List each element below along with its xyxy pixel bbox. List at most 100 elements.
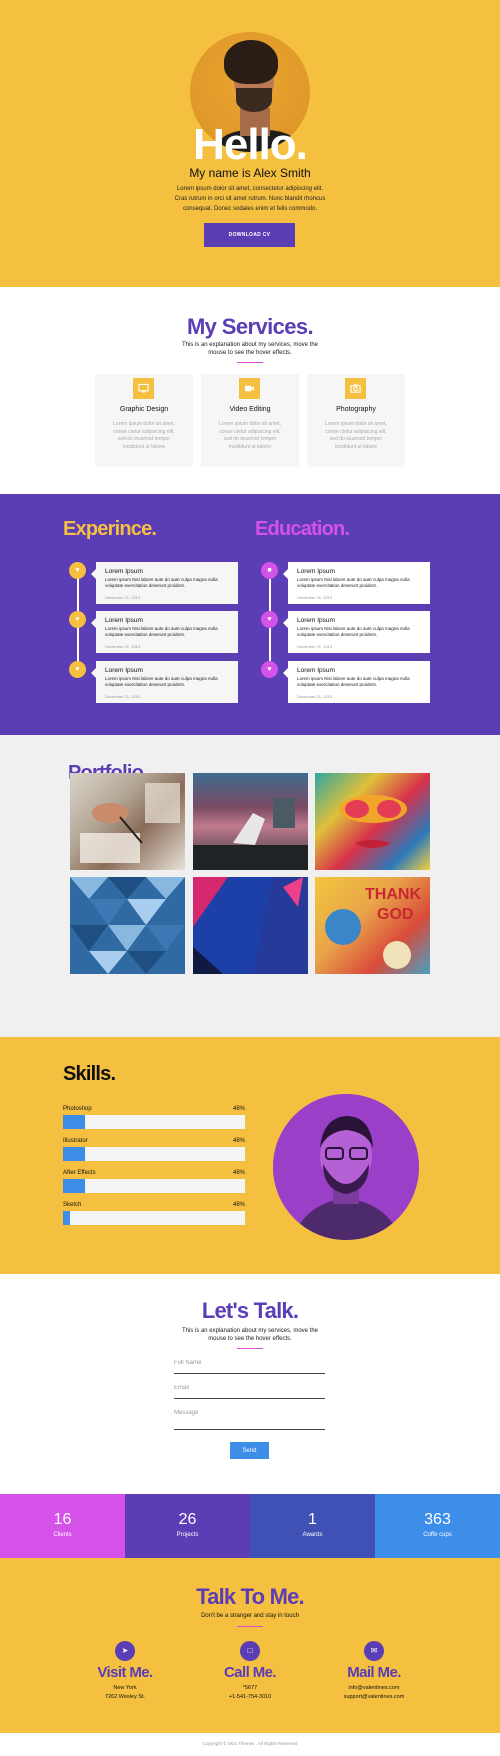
portfolio-image-cubes[interactable] <box>70 877 185 974</box>
experience-item-title: Lorem Ipsum <box>105 667 143 674</box>
contact-title: Let's Talk. <box>201 1298 299 1323</box>
mail-me-heading: Mail Me. <box>347 1664 401 1681</box>
envelope-icon: ✉ <box>364 1641 384 1661</box>
experience-title: Experince. <box>63 518 157 540</box>
experience-item-date: December 21, 2019 <box>105 694 141 699</box>
portfolio-image-abstract[interactable] <box>193 877 308 974</box>
full-name-input[interactable] <box>174 1360 325 1366</box>
service-label: Photography <box>336 406 376 413</box>
heart-icon: ♥ <box>261 661 278 678</box>
stat-number: 363 <box>424 1511 451 1528</box>
skill-bar-track <box>63 1211 245 1225</box>
skill-name: Illustrator <box>63 1138 88 1144</box>
hero-title: Hello. <box>193 120 308 169</box>
service-text: Lorem ipsum dolor sit amet, conse ctetur… <box>219 421 281 450</box>
visit-me-line1: New York <box>113 1685 137 1691</box>
heart-icon: ♥ <box>69 611 86 628</box>
skill-percent: 48% <box>232 1138 245 1144</box>
service-card-photography[interactable]: Photography Lorem ipsum dolor sit amet, … <box>307 374 405 467</box>
hero-text: Lorem ipsum dolor sit amet, consectetur … <box>174 186 326 212</box>
heart-icon: ♥ <box>69 661 86 678</box>
skill-bar-track <box>63 1179 245 1193</box>
service-label: Graphic Design <box>119 406 169 413</box>
contact-divider <box>237 1348 263 1349</box>
portfolio-image-skater[interactable] <box>193 773 308 870</box>
download-cv-button[interactable]: DOWNLOAD CV <box>204 223 295 247</box>
stat-box: 26 Projects <box>125 1494 250 1558</box>
experience-item-title: Lorem Ipsum <box>105 617 143 624</box>
services-subtitle: This is an explanation about my services… <box>181 342 319 356</box>
experience-item: Lorem Ipsum Lorem ipsum Nisi labore aute… <box>91 562 238 604</box>
stat-label: Clients <box>53 1532 72 1538</box>
email-field[interactable] <box>174 1385 325 1399</box>
call-me-line1: *5677 <box>242 1685 258 1691</box>
portfolio-image-drawing[interactable] <box>70 773 185 870</box>
skill-name: After Effects <box>63 1170 96 1176</box>
location-arrow-icon: ➤ <box>115 1641 135 1661</box>
education-item-date: December 21, 2019 <box>297 694 333 699</box>
stat-label: Coffe cups <box>423 1532 452 1538</box>
education-item: Lorem Ipsum Lorem ipsum Nisi labore aute… <box>283 562 430 604</box>
education-item-title: Lorem Ipsum <box>297 617 335 624</box>
skills-photo <box>273 1094 419 1240</box>
skill-bar-fill <box>63 1147 85 1161</box>
skills-title: Skills. <box>63 1063 116 1085</box>
skill-name: Photoshop <box>63 1106 92 1112</box>
education-item-text: Lorem ipsum Nisi labore aute do aute cul… <box>297 577 410 588</box>
experience-item: Lorem Ipsum Lorem ipsum Nisi labore aute… <box>91 661 238 703</box>
send-button[interactable]: Send <box>230 1442 269 1459</box>
stat-box: 1 Awards <box>250 1494 375 1558</box>
call-me-heading: Call Me. <box>224 1664 276 1681</box>
visit-me-line2: 7262 Wesley St. <box>105 1694 145 1700</box>
stat-number: 1 <box>308 1511 317 1528</box>
hero-subtitle: My name is Alex Smith <box>189 166 311 180</box>
experience-item-text: Lorem ipsum Nisi labore aute do aute cul… <box>105 626 218 637</box>
monitor-icon <box>133 378 154 399</box>
heart-icon: ♥ <box>261 611 278 628</box>
stat-label: Awards <box>302 1532 323 1538</box>
services-title: My Services. <box>186 314 314 339</box>
experience-item: Lorem Ipsum Lorem ipsum Nisi labore aute… <box>91 611 238 653</box>
experience-item-date: December 21, 2019 <box>105 644 141 649</box>
skill-percent: 48% <box>232 1170 245 1176</box>
stat-box: 16 Clients <box>0 1494 125 1558</box>
video-camera-icon <box>239 378 260 399</box>
education-item: Lorem Ipsum Lorem ipsum Nisi labore aute… <box>283 661 430 703</box>
education-title: Education. <box>255 518 350 540</box>
message-field[interactable] <box>174 1410 325 1430</box>
portfolio-image-graffiti-face[interactable] <box>315 773 430 870</box>
camera-icon <box>345 378 366 399</box>
education-item-date: December 21, 2019 <box>297 595 333 600</box>
service-card-video-editing[interactable]: Video Editing Lorem ipsum dolor sit amet… <box>201 374 299 467</box>
mail-me-line2[interactable]: support@valentines.com <box>314 1694 434 1700</box>
service-label: Video Editing <box>229 406 271 413</box>
service-text: Lorem ipsum dolor sit amet, conse ctetur… <box>325 421 387 450</box>
services-divider <box>237 362 263 363</box>
portfolio-image-thank-god[interactable]: THANK GOD <box>315 877 430 974</box>
education-item-text: Lorem ipsum Nisi labore aute do aute cul… <box>297 626 410 637</box>
full-name-field[interactable] <box>174 1360 325 1374</box>
message-textarea[interactable] <box>174 1410 325 1422</box>
email-input[interactable] <box>174 1385 325 1391</box>
visit-me-heading: Visit Me. <box>97 1664 153 1681</box>
call-me-line2: +1-541-754-3010 <box>228 1694 272 1700</box>
skill-bar-track <box>63 1115 245 1129</box>
service-text: Lorem ipsum dolor sit amet, conse ctetur… <box>113 421 175 450</box>
skill-bar-fill <box>63 1211 71 1225</box>
hero-section: Hello. My name is Alex Smith Lorem ipsum… <box>0 0 500 319</box>
stat-number: 16 <box>53 1511 72 1528</box>
service-card-graphic-design[interactable]: Graphic Design Lorem ipsum dolor sit ame… <box>95 374 193 467</box>
skill-bar-fill <box>63 1115 85 1129</box>
skill-bar-fill <box>63 1179 85 1193</box>
stat-number: 26 <box>178 1511 197 1528</box>
mail-me-line1[interactable]: info@valentines.com <box>314 1685 434 1691</box>
education-item-date: December 21, 2019 <box>297 644 333 649</box>
skill-bar-track <box>63 1147 245 1161</box>
experience-item-text: Lorem ipsum Nisi labore aute do aute cul… <box>105 676 218 687</box>
phone-icon: □ <box>240 1641 260 1661</box>
stat-box: 363 Coffe cups <box>375 1494 500 1558</box>
education-item-title: Lorem Ipsum <box>297 667 335 674</box>
experience-item-text: Lorem ipsum Nisi labore aute do aute cul… <box>105 577 218 588</box>
copyright-text: Copyright © Skra Themes . All Rights Res… <box>202 1741 298 1746</box>
footer: Copyright © Skra Themes . All Rights Res… <box>0 1733 500 1756</box>
